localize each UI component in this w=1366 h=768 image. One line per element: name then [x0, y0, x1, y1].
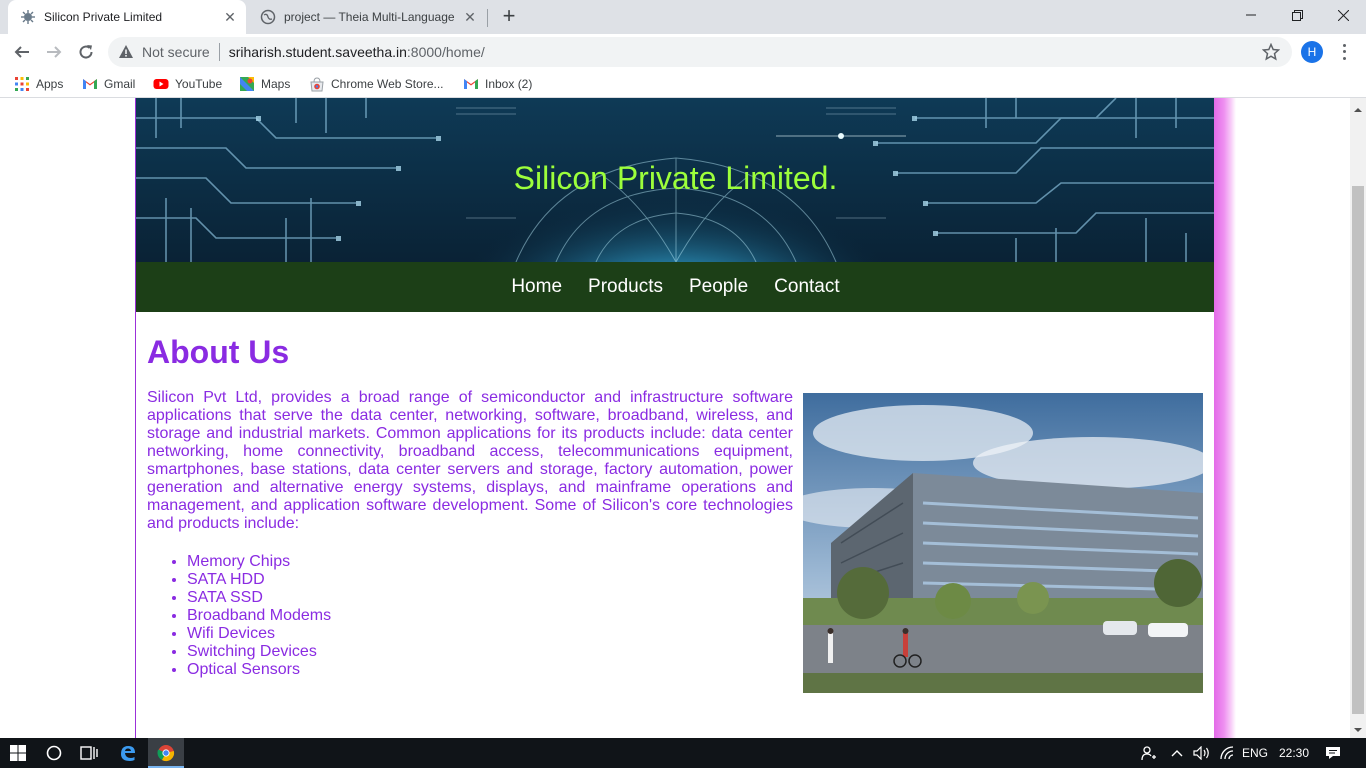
scroll-up-arrow-icon[interactable] — [1354, 108, 1362, 112]
youtube-icon — [153, 79, 169, 89]
about-paragraph: Silicon Pvt Ltd, provides a broad range … — [147, 389, 793, 532]
nav-contact-link[interactable]: Contact — [774, 276, 839, 298]
site-container: Silicon Private Limited. Home Products P… — [135, 98, 1215, 738]
bookmark-gmail[interactable]: Gmail — [82, 76, 135, 92]
about-section: About Us Silicon Pvt Ltd, provides a bro… — [147, 334, 1207, 693]
people-icon[interactable] — [1136, 738, 1162, 768]
chrome-web-store-icon — [310, 77, 324, 92]
reload-icon[interactable] — [73, 40, 99, 64]
list-item: Broadband Modems — [187, 607, 331, 625]
bookmarks-bar: Apps Gmail YouTube Maps Chrome Web Store… — [0, 70, 1366, 98]
bookmark-inbox[interactable]: Inbox (2) — [463, 76, 532, 92]
restore-icon[interactable] — [1274, 0, 1320, 30]
tab-strip: Silicon Private Limited ✕ project — Thei… — [0, 0, 1366, 34]
about-heading: About Us — [147, 334, 290, 370]
url-host: sriharish.student.saveetha.in — [228, 44, 407, 60]
tab-title: Silicon Private Limited — [44, 10, 163, 24]
list-item: Switching Devices — [187, 643, 331, 661]
bookmark-chrome-web-store[interactable]: Chrome Web Store... — [309, 76, 444, 92]
close-icon[interactable]: ✕ — [220, 7, 240, 27]
nav-people-link[interactable]: People — [689, 276, 748, 298]
list-item: Wifi Devices — [187, 625, 331, 643]
tab-theia[interactable]: project — Theia Multi-Language ✕ — [250, 0, 486, 34]
back-arrow-icon[interactable] — [9, 40, 35, 64]
clock[interactable]: 22:30 — [1274, 738, 1314, 768]
new-tab-plus-icon[interactable]: + — [498, 5, 520, 28]
browser-toolbar: Not secure sriharish.student.saveetha.in… — [0, 34, 1366, 70]
address-bar[interactable]: Not secure sriharish.student.saveetha.in… — [108, 37, 1292, 67]
url-path: :8000/home/ — [406, 44, 485, 60]
chevron-up-icon[interactable] — [1167, 738, 1187, 768]
bookmark-label: Maps — [261, 77, 291, 91]
tab-title: project — Theia Multi-Language — [284, 10, 455, 24]
warning-icon — [119, 45, 133, 58]
bookmark-label: YouTube — [175, 77, 223, 91]
chrome-icon[interactable] — [148, 738, 184, 768]
window-close-icon[interactable] — [1320, 0, 1366, 30]
tab-divider — [487, 9, 488, 27]
bookmark-label: Chrome Web Store... — [331, 77, 444, 91]
edge-browser-icon[interactable] — [110, 738, 146, 768]
scroll-down-arrow-icon[interactable] — [1354, 728, 1362, 732]
list-item: SATA HDD — [187, 571, 331, 589]
search-circle-icon[interactable] — [38, 738, 70, 768]
product-list: Memory Chips SATA HDD SATA SSD Broadband… — [187, 553, 331, 679]
address-divider — [218, 43, 220, 61]
gmail-icon — [83, 79, 97, 89]
bookmark-maps[interactable]: Maps — [239, 76, 290, 92]
nav-products-link[interactable]: Products — [588, 276, 663, 298]
list-item: SATA SSD — [187, 589, 331, 607]
bookmark-star-icon[interactable] — [1262, 43, 1280, 61]
banner: Silicon Private Limited. — [136, 98, 1215, 262]
close-icon[interactable]: ✕ — [460, 7, 480, 27]
menu-dots-icon[interactable] — [1336, 42, 1352, 62]
windows-start-icon[interactable] — [0, 738, 36, 768]
forward-arrow-icon[interactable] — [41, 40, 67, 64]
profile-avatar[interactable]: H — [1301, 41, 1323, 63]
gmail-icon — [464, 79, 478, 89]
page-viewport: Silicon Private Limited. Home Products P… — [0, 98, 1350, 738]
volume-icon[interactable] — [1189, 738, 1215, 768]
task-view-icon[interactable] — [72, 738, 106, 768]
list-item: Memory Chips — [187, 553, 331, 571]
virus-favicon-icon — [21, 10, 35, 24]
notifications-icon[interactable] — [1320, 738, 1346, 768]
not-secure-label: Not secure — [142, 44, 210, 60]
banner-title: Silicon Private Limited. — [513, 160, 838, 196]
office-building-photo — [803, 393, 1203, 693]
bookmark-label: Apps — [36, 77, 64, 91]
bookmark-label: Gmail — [104, 77, 136, 91]
language-indicator[interactable]: ENG — [1240, 738, 1270, 768]
scrollbar-thumb[interactable] — [1352, 186, 1364, 714]
minimize-icon[interactable] — [1228, 0, 1274, 30]
main-navbar: Home Products People Contact — [136, 262, 1215, 312]
maps-icon — [240, 77, 254, 91]
apps-grid-icon — [15, 77, 29, 91]
tab-silicon[interactable]: Silicon Private Limited ✕ — [8, 0, 246, 34]
bookmark-youtube[interactable]: YouTube — [153, 76, 222, 92]
globe-icon — [260, 9, 276, 25]
page-edge-glow — [1214, 98, 1236, 738]
page-scrollbar[interactable] — [1350, 98, 1366, 738]
windows-taskbar: ENG 22:30 — [0, 738, 1366, 768]
nav-home-link[interactable]: Home — [511, 276, 562, 298]
bookmark-label: Inbox (2) — [485, 77, 533, 91]
bookmark-apps[interactable]: Apps — [14, 76, 63, 92]
list-item: Optical Sensors — [187, 661, 331, 679]
wifi-icon[interactable] — [1215, 738, 1239, 768]
